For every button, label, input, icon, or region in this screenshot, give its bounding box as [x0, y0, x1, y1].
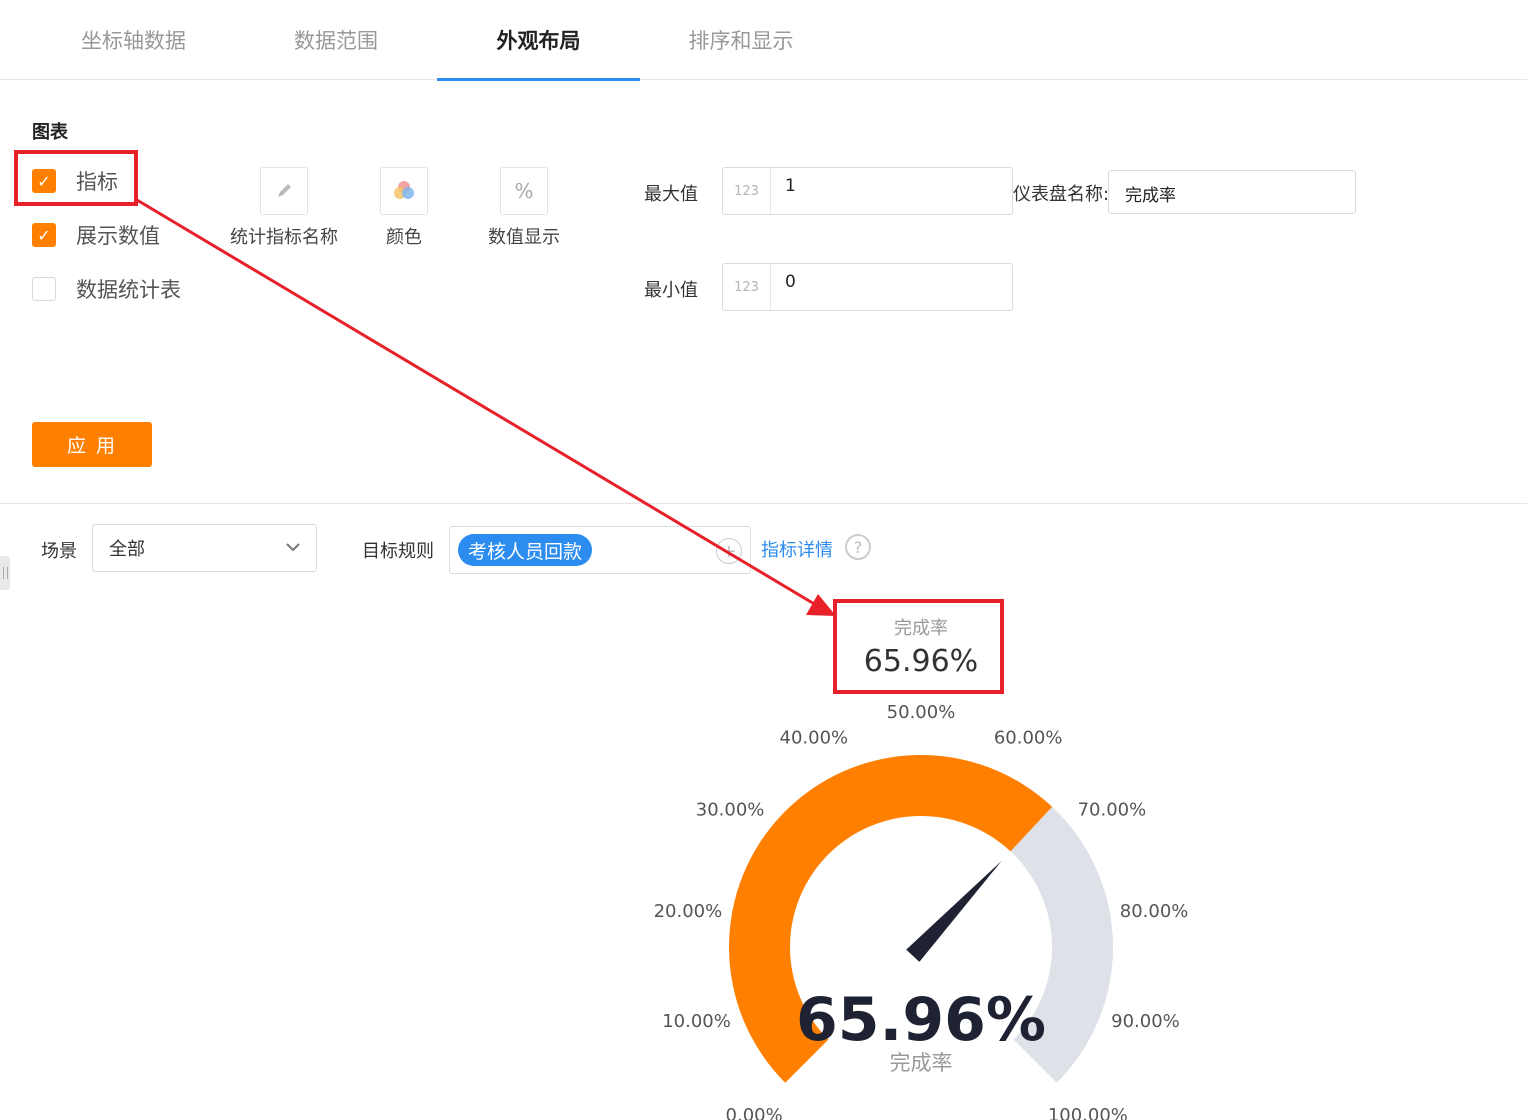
gauge-tick-label: 60.00%: [994, 728, 1063, 749]
gauge-tick-label: 20.00%: [654, 901, 723, 922]
gauge-tick-label: 90.00%: [1111, 1011, 1180, 1032]
annotation-arrowhead: [806, 594, 836, 616]
gauge-tick-label: 100.00%: [1048, 1105, 1128, 1120]
annotation-arrow: [136, 198, 817, 607]
gauge-name-label: 完成率: [890, 1051, 953, 1075]
gauge-tick-label: 40.00%: [780, 728, 849, 749]
gauge-tick-label: 70.00%: [1078, 799, 1147, 820]
gauge-tick-label: 50.00%: [887, 702, 956, 723]
gauge-tick-label: 80.00%: [1120, 901, 1189, 922]
annotation-box-indicator: [14, 150, 138, 206]
gauge-tick-label: 10.00%: [662, 1011, 731, 1032]
gauge-value-label: 65.96%: [796, 985, 1046, 1055]
annotation-box-indicator-card: [833, 599, 1004, 694]
gauge-chart: 0.00% 10.00% 20.00% 30.00% 40.00% 50.00% 60.00…: [136, 198, 1189, 1120]
gauge-tick-label: 30.00%: [696, 799, 765, 820]
gauge-pointer: [906, 860, 1002, 962]
gauge-tick-label: 0.00%: [726, 1105, 783, 1120]
